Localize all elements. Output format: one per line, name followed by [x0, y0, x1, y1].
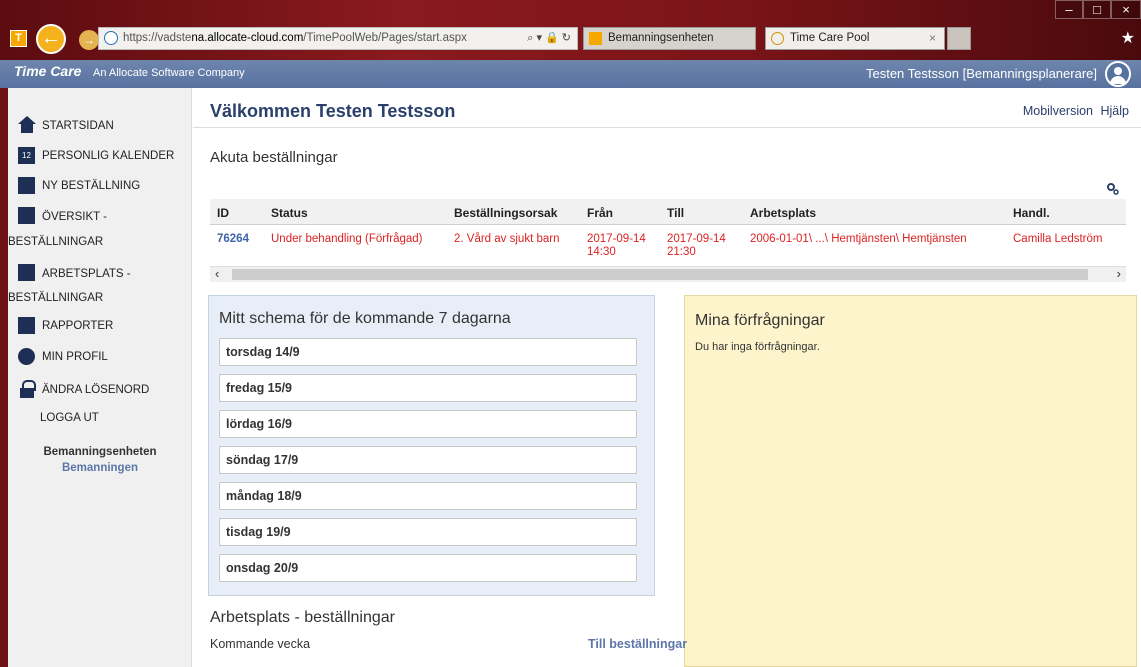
gear-icon[interactable] — [1106, 182, 1119, 195]
sidebar-item-ny-bestallning[interactable]: NY BESTÄLLNING — [8, 177, 192, 197]
schedule-day[interactable]: torsdag 14/9 — [219, 338, 637, 366]
current-user[interactable]: Testen Testsson [Bemanningsplanerare] — [866, 66, 1097, 81]
forward-button[interactable]: → — [79, 30, 99, 50]
minimize-button[interactable]: – — [1055, 0, 1083, 19]
order-reason: 2. Vård av sjukt barn — [454, 233, 560, 245]
top-links: Mobilversion Hjälp — [1019, 104, 1129, 118]
column-header-from[interactable]: Från — [587, 206, 613, 220]
order-id-link[interactable]: 76264 — [217, 233, 249, 246]
horizontal-scrollbar[interactable]: ‹ › — [210, 266, 1126, 282]
help-link[interactable]: Hjälp — [1101, 104, 1130, 118]
home-icon — [18, 116, 36, 133]
scroll-right-icon[interactable]: › — [1117, 266, 1121, 281]
sidebar-item-personlig-kalender[interactable]: 12 PERSONLIG KALENDER — [8, 147, 192, 167]
browser-chrome: – □ × T ← → https://vadstena.allocate-cl… — [0, 0, 1141, 60]
unit-subname[interactable]: Bemanningen — [8, 462, 192, 474]
schedule-title: Mitt schema för de kommande 7 dagarna — [219, 310, 511, 327]
order-workplace: 2006-01-01\ ...\ Hemtjänsten\ Hemtjänste… — [750, 233, 967, 245]
main-content: Välkommen Testen Testsson Mobilversion H… — [193, 88, 1141, 667]
mobile-version-link[interactable]: Mobilversion — [1023, 104, 1093, 118]
tab-favicon-icon — [589, 32, 602, 45]
checklist-icon — [18, 207, 35, 224]
urgent-orders-title: Akuta beställningar — [210, 149, 338, 166]
order-handler: Camilla Ledström — [1013, 233, 1103, 245]
column-header-id[interactable]: ID — [217, 206, 229, 220]
table-row[interactable]: 76264 Under behandling (Förfrågad) 2. Vå… — [210, 225, 1126, 267]
column-header-workplace[interactable]: Arbetsplats — [750, 206, 816, 220]
order-from: 2017-09-14 14:30 — [587, 233, 646, 258]
list-icon — [18, 264, 35, 281]
lock-icon — [18, 380, 36, 398]
scroll-left-icon[interactable]: ‹ — [215, 266, 219, 281]
page-info-icon — [104, 31, 118, 45]
table-header: ID Status Beställningsorsak Från Till Ar… — [210, 199, 1126, 225]
column-header-handler[interactable]: Handl. — [1013, 206, 1050, 220]
schedule-day[interactable]: tisdag 19/9 — [219, 518, 637, 546]
maximize-button[interactable]: □ — [1083, 0, 1111, 19]
profile-icon — [18, 348, 35, 365]
workplace-orders-subtitle: Kommande vecka — [210, 637, 311, 651]
sidebar-item-rapporter[interactable]: RAPPORTER — [8, 317, 192, 337]
window-edge — [0, 88, 8, 667]
to-orders-link[interactable]: Till beställningar — [588, 637, 687, 651]
schedule-day[interactable]: fredag 15/9 — [219, 374, 637, 402]
schedule-day[interactable]: lördag 16/9 — [219, 410, 637, 438]
back-button[interactable]: ← — [36, 24, 66, 54]
requests-panel: Mina förfrågningar Du har inga förfrågni… — [684, 295, 1137, 667]
sidebar: STARTSIDAN 12 PERSONLIG KALENDER NY BEST… — [8, 88, 192, 667]
tab-time-care-pool[interactable]: Time Care Pool × — [765, 27, 945, 50]
logo-subtitle: An Allocate Software Company — [93, 67, 245, 79]
schedule-day[interactable]: söndag 17/9 — [219, 446, 637, 474]
time-care-logo[interactable]: Time Care — [14, 63, 81, 79]
sidebar-item-logga-ut[interactable]: LOGGA UT — [8, 412, 192, 432]
schedule-day[interactable]: måndag 18/9 — [219, 482, 637, 510]
report-icon — [18, 317, 35, 334]
sidebar-item-arbetsplats-bestallningar[interactable]: ARBETSPLATS - BESTÄLLNINGAR — [8, 264, 192, 304]
scrollbar-thumb[interactable] — [232, 269, 1088, 280]
unit-name: Bemanningsenheten — [43, 446, 157, 458]
requests-empty-text: Du har inga förfrågningar. — [695, 341, 820, 353]
new-document-icon — [18, 177, 35, 194]
avatar-icon[interactable] — [1105, 61, 1131, 87]
sidebar-item-oversikt-bestallningar[interactable]: ÖVERSIKT - BESTÄLLNINGAR — [8, 207, 192, 248]
sidebar-item-startsidan[interactable]: STARTSIDAN — [8, 116, 192, 136]
requests-title: Mina förfrågningar — [695, 312, 825, 329]
order-status: Under behandling (Förfrågad) — [271, 233, 423, 245]
address-tools-icons[interactable]: ⌕ ▾ 🔒 ↻ — [527, 28, 571, 49]
tab-close-icon[interactable]: × — [929, 28, 936, 49]
calendar-icon: 12 — [18, 147, 35, 164]
divider — [193, 127, 1141, 128]
column-header-reason[interactable]: Beställningsorsak — [454, 206, 557, 220]
column-header-to[interactable]: Till — [667, 206, 684, 220]
address-bar[interactable]: https://vadstena.allocate-cloud.com/Time… — [98, 27, 578, 50]
sidebar-item-andra-losenord[interactable]: ÄNDRA LÖSENORD — [8, 380, 192, 400]
tab-favicon-icon — [771, 32, 784, 45]
sidebar-item-min-profil[interactable]: MIN PROFIL — [8, 348, 192, 368]
page-title: Välkommen Testen Testsson — [210, 101, 456, 121]
column-header-status[interactable]: Status — [271, 206, 308, 220]
tab-bemanningsenheten[interactable]: Bemanningsenheten — [583, 27, 756, 50]
close-window-button[interactable]: × — [1111, 0, 1141, 19]
schedule-day[interactable]: onsdag 20/9 — [219, 554, 637, 582]
order-to: 2017-09-14 21:30 — [667, 233, 726, 258]
workplace-orders-title: Arbetsplats - beställningar — [210, 609, 395, 626]
app-header: Time Care An Allocate Software Company T… — [0, 60, 1141, 88]
new-tab-button[interactable] — [947, 27, 971, 50]
schedule-panel: Mitt schema för de kommande 7 dagarna to… — [208, 295, 655, 596]
app-favicon-icon: T — [10, 30, 27, 47]
favorites-star-icon[interactable]: ★ — [1121, 28, 1135, 48]
window-controls: – □ × — [1055, 0, 1141, 20]
